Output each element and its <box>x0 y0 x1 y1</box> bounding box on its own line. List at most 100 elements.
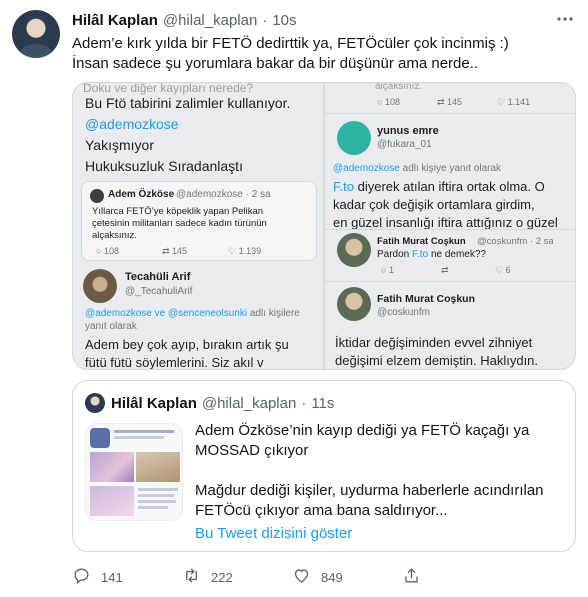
user-avatar <box>83 269 117 303</box>
quote-text-line: FETÖcü çıkıyor ama bana saldırıyor... <box>195 502 448 519</box>
thumb-photo <box>90 486 134 516</box>
reply-count: ○ 1 <box>381 265 394 275</box>
reply-icon: ○ <box>381 265 389 275</box>
avatar <box>90 189 104 203</box>
retweet-count: ⇄ 145 <box>162 246 188 256</box>
retweet-icon <box>182 566 201 588</box>
quote-media-thumbnail[interactable] <box>85 423 183 521</box>
reply-line: İktidar değişiminden evvel zihniyet <box>335 335 533 350</box>
tweet-media[interactable]: Doku ve diğer kayıpları nerede? Bu Ftö t… <box>72 82 576 370</box>
tweet-text: Adem’e kırk yılda bir FETÖ dedirttik ya,… <box>72 34 572 74</box>
quote-text-line: MOSSAD çıkıyor <box>195 442 309 459</box>
reply-line: Pardon F.to ne demek?? <box>377 249 486 260</box>
quote-author-name: Adem Özköse <box>108 189 175 200</box>
reply-line: fütü fütü söylemlerini. Siz akıl v <box>85 355 264 369</box>
retweet-icon: ⇄ <box>162 246 173 256</box>
author-avatar[interactable] <box>12 10 60 58</box>
quoted-tweet[interactable]: Hilâl Kaplan @hilal_kaplan · 11s Adem Öz… <box>72 380 576 552</box>
thumb-text-line <box>114 430 174 433</box>
thumb-text-line <box>114 436 164 439</box>
retweet-button[interactable]: 222 <box>182 566 292 588</box>
divider <box>325 113 575 114</box>
author-handle[interactable]: @hilal_kaplan <box>163 12 257 29</box>
reply-author-name: Tecahüli Arif <box>125 271 191 283</box>
quote-author-name: Hilâl Kaplan <box>111 394 197 412</box>
separator: · <box>301 394 307 412</box>
cut-text: alçaksınız. <box>375 83 423 92</box>
like-count: ♡ 1.139 <box>228 246 262 256</box>
reply-count: ○ 108 <box>96 246 119 256</box>
quote-text-line: Adem Özköse’nin kayıp dediği ya FETÖ kaç… <box>195 422 530 439</box>
reply-context: @ademozkose adlı kişiye yanıt olarak <box>333 163 502 174</box>
reply-count: 141 <box>101 569 123 585</box>
thumb-photo <box>90 452 134 482</box>
thumb-text-line <box>138 488 178 491</box>
reply-line: değişimi elzem demiştin. Haklıydın. <box>335 353 539 368</box>
quote-line: alçaksınız. <box>92 230 137 241</box>
reply-author-handle: @coskunfm · 2 sa <box>477 236 554 247</box>
action-bar: 141 222 849 <box>72 566 512 588</box>
show-thread-link[interactable]: Bu Tweet dizisini göster <box>195 525 352 542</box>
reply-author-name: Fatih Murat Coşkun <box>377 293 476 305</box>
reply-button[interactable]: 141 <box>72 566 182 588</box>
quote-header: Hilâl Kaplan @hilal_kaplan · 11s <box>111 393 334 413</box>
reply-icon <box>72 566 91 588</box>
thumb-text-line <box>138 506 168 509</box>
divider <box>325 229 575 230</box>
quote-text: Adem Özköse’nin kayıp dediği ya FETÖ kaç… <box>195 421 567 521</box>
user-avatar <box>337 287 371 321</box>
reply-line: Adem bey çok ayıp, bırakın artık şu <box>85 337 289 352</box>
reply-count: ○ 108 <box>377 97 400 107</box>
like-count: ♡ 1.141 <box>497 97 531 107</box>
tweet[interactable]: Hilâl Kaplan @hilal_kaplan · 10s Adem’e … <box>0 0 588 597</box>
heart-icon <box>292 566 311 588</box>
media-image-right[interactable]: alçaksınız. ○ 108 ⇄ 145 ♡ 1.141 yunus em… <box>325 83 575 369</box>
quote-author-avatar <box>85 393 105 413</box>
heart-icon: ♡ <box>228 246 239 256</box>
thumb-text-line <box>138 494 174 497</box>
reply-context: @ademozkose ve @senceneolsunki adlı kişi… <box>85 308 300 319</box>
cut-text: Doku ve diğer kayıpları nerede? <box>83 83 254 95</box>
thumb-text-line <box>138 500 176 503</box>
reply-author-handle: @fukara_01 <box>377 139 432 150</box>
quote-time: 11s <box>311 394 335 412</box>
more-icon[interactable] <box>556 10 574 33</box>
user-avatar <box>337 121 371 155</box>
reply-icon: ○ <box>96 246 104 256</box>
author-name[interactable]: Hilâl Kaplan <box>72 12 158 29</box>
heart-icon: ♡ <box>495 265 506 275</box>
like-button[interactable]: 849 <box>292 566 402 588</box>
reply-author-handle: @_TecahuliArif <box>125 286 193 297</box>
heart-icon: ♡ <box>497 97 508 107</box>
reply-author-name: Fatih Murat Coşkun <box>377 236 466 247</box>
reply-author-handle: @coskunfm <box>377 307 430 318</box>
retweet-icon: ⇄ <box>441 265 449 275</box>
quote-text-line: Mağdur dediği kişiler, uydurma haberlerl… <box>195 482 544 499</box>
reply-context-line: yanıt olarak <box>85 321 137 332</box>
reply-author-name: yunus emre <box>377 125 439 137</box>
tweet-time[interactable]: 10s <box>272 12 296 29</box>
tweet-text-line: İnsan sadece şu yorumlara bakar da bir d… <box>72 55 479 72</box>
retweet-count: ⇄ 145 <box>437 97 463 107</box>
reply-line: F.to diyerek atılan iftira ortak olma. O <box>333 179 545 194</box>
share-button[interactable] <box>402 566 512 588</box>
media-image-left[interactable]: Doku ve diğer kayıpları nerede? Bu Ftö t… <box>73 83 323 369</box>
divider <box>325 281 575 282</box>
mention: @ademozkose <box>85 116 179 132</box>
tweet-text-line: Adem’e kırk yılda bir FETÖ dedirttik ya,… <box>72 35 509 52</box>
reply-line: kadar çok değişik ortamlara girdim, <box>333 197 535 212</box>
reply-icon: ○ <box>377 97 385 107</box>
quote-author-handle: @ademozkose · 2 sa <box>176 189 271 200</box>
quote-line: Yıllarca FETÖ’ye köpeklik yapan Pelikan <box>92 206 264 217</box>
thumb-avatar <box>90 428 110 448</box>
retweet-count: 222 <box>211 569 233 585</box>
embedded-quote-card: Adem Özköse @ademozkose · 2 sa Yıllarca … <box>81 181 317 261</box>
thumb-photo <box>136 452 180 482</box>
user-avatar <box>337 233 371 267</box>
like-count: ♡ 6 <box>495 265 511 275</box>
retweet-count: ⇄ <box>441 265 449 276</box>
reply-line: en güzel insanlığı iftira attığınız o gü… <box>333 215 558 230</box>
reply-line: Bu Ftö tabirini zalimler kullanıyor. <box>85 95 291 111</box>
share-icon <box>402 566 421 588</box>
